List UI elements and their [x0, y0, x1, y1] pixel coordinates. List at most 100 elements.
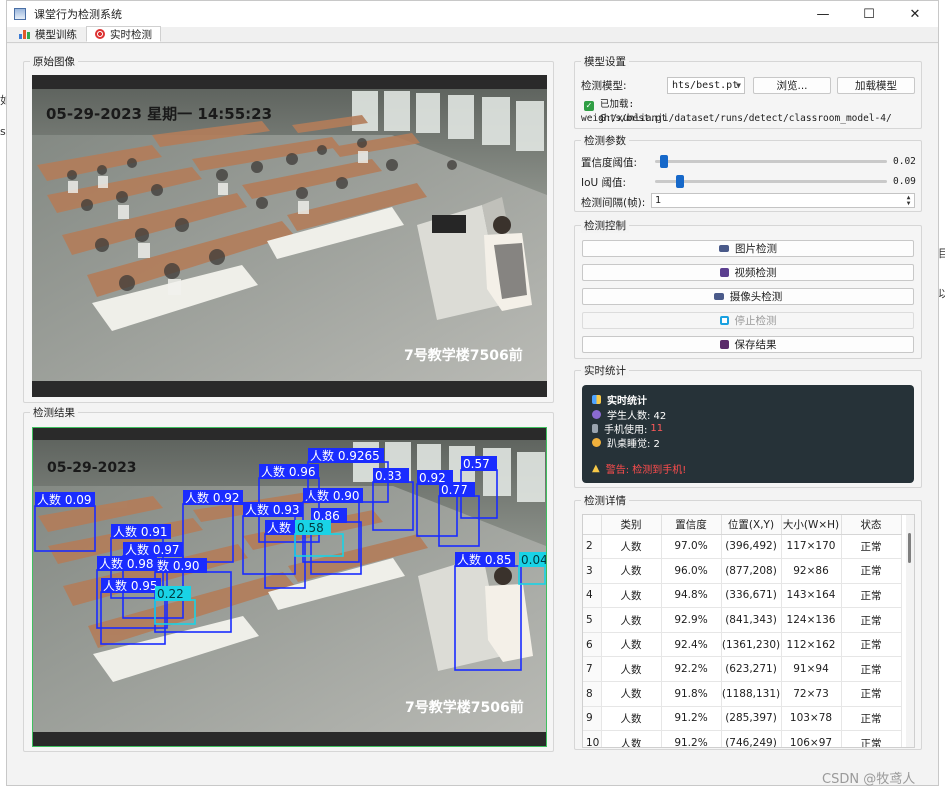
- table-cell: 人数: [601, 558, 662, 584]
- group-title: 检测结果: [30, 405, 78, 420]
- group-title: 模型设置: [581, 54, 629, 69]
- column-header[interactable]: 状态: [841, 515, 902, 535]
- image-detect-button[interactable]: 图片检测: [582, 240, 914, 257]
- table-cell: 96.0%: [661, 558, 722, 584]
- table-cell: 92.4%: [661, 632, 722, 658]
- table-row[interactable]: 6 人数 92.4% (1361,230) 112×162 正常: [583, 632, 902, 658]
- column-header[interactable]: 类别: [601, 515, 662, 535]
- detection-params-group: 检测参数 置信度阈值: 0.02 IoU 阈值: 0.09 检测间隔(帧): 1…: [574, 133, 922, 212]
- loaded-path-cont: weights/best.pt: [581, 113, 667, 124]
- original-image-group: 原始图像 05-29-2023 星期一 14:55:23 7号教学楼7506前: [23, 54, 554, 403]
- table-cell: 正常: [841, 681, 902, 707]
- tab-label: 模型训练: [35, 28, 77, 41]
- bar-chart-icon: [19, 29, 30, 39]
- table-cell: 94.8%: [661, 583, 722, 609]
- iou-threshold-handle[interactable]: [675, 175, 684, 188]
- title-bar: 课堂行为检测系统 — ☐ ✕: [7, 1, 938, 27]
- column-header[interactable]: [583, 515, 602, 535]
- table-cell: 143×164: [781, 583, 842, 609]
- table-row[interactable]: 3 人数 96.0% (877,208) 92×86 正常: [583, 558, 902, 584]
- app-icon: [14, 8, 26, 20]
- group-title: 原始图像: [30, 54, 78, 69]
- minimize-button[interactable]: —: [800, 1, 846, 27]
- stop-detect-label: 停止检测: [734, 315, 777, 327]
- model-select[interactable]: hts/best.pt ▼: [667, 77, 745, 94]
- stats-header-label: 实时统计: [607, 396, 647, 407]
- table-row[interactable]: 9 人数 91.2% (285,397) 103×78 正常: [583, 706, 902, 732]
- table-cell: 4: [583, 583, 602, 609]
- load-model-button[interactable]: 加载模型: [837, 77, 915, 94]
- chevron-down-icon: ▼: [736, 81, 741, 90]
- table-cell: 10: [583, 730, 602, 747]
- table-cell: 人数: [601, 681, 662, 707]
- original-date-overlay: 05-29-2023 星期一 14:55:23: [46, 105, 272, 123]
- table-cell: (396,492): [721, 534, 782, 560]
- table-row[interactable]: 5 人数 92.9% (841,343) 124×136 正常: [583, 607, 902, 633]
- phone-label: 手机使用:: [604, 425, 648, 436]
- iou-threshold-value: 0.09: [893, 176, 916, 187]
- camera-icon: [719, 245, 729, 252]
- conf-threshold-value: 0.02: [893, 156, 916, 167]
- interval-label: 检测间隔(帧):: [581, 197, 646, 209]
- result-building-overlay: 7号教学楼7506前: [405, 699, 524, 716]
- column-header[interactable]: 位置(X,Y): [721, 515, 782, 535]
- detection-label: 人数 0.09: [37, 492, 92, 507]
- bar-chart-icon: [592, 395, 601, 404]
- loaded-prefix: 已加载:: [600, 99, 635, 110]
- main-content: 原始图像 05-29-2023 星期一 14:55:23 7号教学楼7506前 …: [7, 44, 938, 785]
- table-cell: 91.2%: [661, 706, 722, 732]
- detection-label: 人数 0.98: [99, 556, 154, 571]
- table-cell: (1361,230): [721, 632, 782, 658]
- interval-spinbox[interactable]: 1 ▲ ▼: [651, 193, 915, 208]
- students-count: 学生人数: 42: [607, 411, 667, 422]
- close-button[interactable]: ✕: [892, 1, 938, 27]
- image-detect-label: 图片检测: [735, 243, 777, 255]
- floppy-disk-icon: [719, 340, 729, 349]
- details-table[interactable]: 类别 置信度 位置(X,Y) 大小(W×H) 状态 2 人数 97.0% (396,4…: [582, 514, 915, 748]
- tab-model-training[interactable]: 模型训练: [10, 26, 86, 42]
- table-row[interactable]: 4 人数 94.8% (336,671) 143×164 正常: [583, 583, 902, 609]
- table-cell: 5: [583, 607, 602, 633]
- interval-value: 1: [655, 195, 662, 206]
- table-row[interactable]: 10 人数 91.2% (746,249) 106×97 正常: [583, 730, 902, 747]
- video-detect-button[interactable]: 视频检测: [582, 264, 914, 281]
- camera-detect-label: 摄像头检测: [729, 291, 783, 303]
- camera-detect-button[interactable]: 摄像头检测: [582, 288, 914, 305]
- conf-threshold-slider[interactable]: [655, 160, 887, 163]
- stop-detect-button[interactable]: 停止检测: [582, 312, 914, 329]
- stat-phone: 手机使用: 11: [592, 421, 663, 436]
- tab-label: 实时检测: [110, 28, 152, 41]
- spin-down-icon[interactable]: ▼: [904, 201, 913, 207]
- save-result-label: 保存结果: [734, 339, 777, 351]
- column-header[interactable]: 置信度: [661, 515, 722, 535]
- iou-threshold-label: IoU 阈值:: [581, 177, 627, 189]
- tab-realtime-detection[interactable]: 实时检测: [86, 26, 161, 42]
- save-result-button[interactable]: 保存结果: [582, 336, 914, 353]
- table-cell: 2: [583, 534, 602, 560]
- iou-threshold-slider[interactable]: [655, 180, 887, 183]
- table-cell: 正常: [841, 583, 902, 609]
- sleep-count: 趴桌睡觉: 2: [607, 439, 660, 450]
- table-row[interactable]: 7 人数 92.2% (623,271) 91×94 正常: [583, 656, 902, 683]
- group-title: 检测控制: [581, 218, 629, 233]
- bg-fragment: 以: [938, 287, 945, 300]
- browse-button[interactable]: 浏览...: [753, 77, 831, 94]
- table-cell: 8: [583, 681, 602, 707]
- table-cell: 91.8%: [661, 681, 722, 707]
- watermark: CSDN @牧鸢人: [822, 772, 916, 787]
- table-row[interactable]: 8 人数 91.8% (1188,131) 72×73 正常: [583, 681, 902, 707]
- table-cell: 9: [583, 706, 602, 732]
- conf-threshold-handle[interactable]: [659, 155, 668, 168]
- table-row[interactable]: 2 人数 97.0% (396,492) 117×170 正常: [583, 534, 902, 560]
- column-header[interactable]: 大小(W×H): [781, 515, 842, 535]
- table-header-row: 类别 置信度 位置(X,Y) 大小(W×H) 状态: [583, 515, 902, 535]
- detection-label: 0.22: [157, 587, 184, 601]
- scrollbar-thumb[interactable]: [908, 533, 911, 563]
- table-scrollbar[interactable]: [906, 515, 914, 747]
- table-cell: (623,271): [721, 656, 782, 683]
- table-cell: 正常: [841, 656, 902, 683]
- result-image: 05-29-2023 7号教学楼7506前 人数 0.09 人数 0.92 人数 0…: [32, 427, 547, 747]
- table-cell: 正常: [841, 607, 902, 633]
- detection-label: 0.77: [441, 483, 468, 497]
- maximize-button[interactable]: ☐: [846, 1, 892, 27]
